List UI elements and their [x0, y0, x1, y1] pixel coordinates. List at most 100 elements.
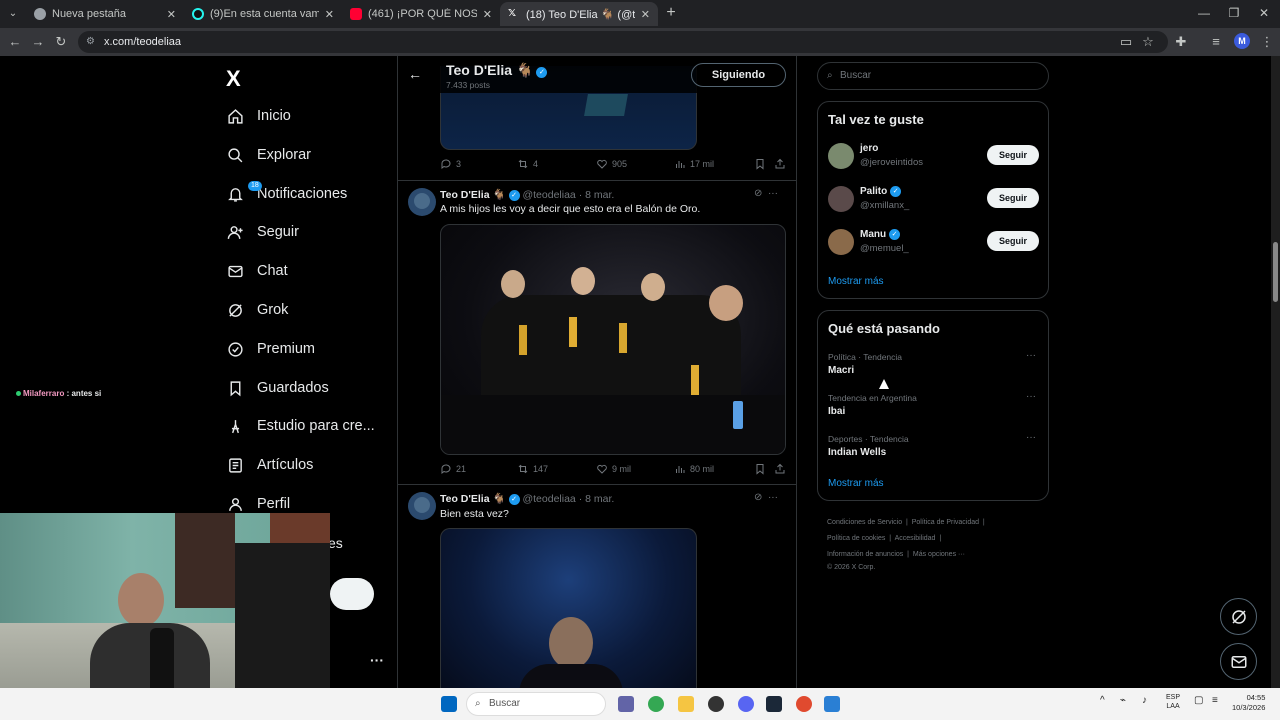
nav-premium[interactable]: Premium: [226, 334, 315, 364]
avatar[interactable]: [408, 188, 436, 216]
cast-icon[interactable]: ▭: [1117, 33, 1135, 51]
bookmark-button[interactable]: [754, 463, 770, 475]
nav-articulos[interactable]: Artículos: [226, 450, 313, 480]
nav-notificaciones[interactable]: 18 Notificaciones: [226, 179, 347, 209]
close-tab-icon[interactable]: ✕: [641, 8, 650, 21]
back-arrow-icon[interactable]: ←: [408, 66, 422, 82]
nav-seguir[interactable]: Seguir: [226, 217, 299, 247]
views-button[interactable]: 80 mil: [674, 463, 714, 475]
reload-icon[interactable]: ↻: [52, 33, 70, 51]
nav-estudio[interactable]: Estudio para cre...: [226, 411, 375, 441]
suggestion-item[interactable]: jero @jeroveintidos Seguir: [828, 143, 1040, 173]
close-window-icon[interactable]: ✕: [1254, 6, 1274, 20]
trend-item[interactable]: Tendencia en Argentina Ibai ···: [828, 391, 1040, 417]
taskbar-search[interactable]: ⌕ Buscar: [466, 692, 606, 716]
messages-fab-button[interactable]: [1220, 643, 1257, 680]
grok-fab-button[interactable]: [1220, 598, 1257, 635]
page-scrollbar[interactable]: [1271, 56, 1280, 688]
grok-icon[interactable]: ⊘: [754, 492, 762, 503]
bookmark-button[interactable]: [754, 158, 770, 170]
brave-icon[interactable]: [796, 696, 812, 712]
scrollbar-thumb[interactable]: [1273, 242, 1278, 302]
reading-list-icon[interactable]: ≡: [1207, 33, 1225, 51]
avatar[interactable]: [408, 492, 436, 520]
nav-grok[interactable]: Grok: [226, 295, 288, 325]
nav-inicio[interactable]: Inicio: [226, 101, 291, 131]
more-icon[interactable]: ···: [768, 492, 778, 503]
tab-youtube[interactable]: (461) ¡POR QUÉ NOS GUSTAN ✕: [342, 2, 500, 26]
more-icon[interactable]: ···: [768, 188, 778, 199]
tweet-author[interactable]: Teo D'Elia 🐐: [440, 493, 506, 505]
retweet-button[interactable]: 147: [517, 463, 548, 475]
follow-button[interactable]: Seguir: [987, 231, 1039, 251]
nav-explorar[interactable]: Explorar: [226, 140, 311, 170]
following-button[interactable]: Siguiendo: [691, 63, 786, 87]
tab-tiktok[interactable]: (9)En esta cuenta vamos 100% ✕: [184, 2, 342, 26]
suggestion-item[interactable]: Manu ✓ @memuel_ Seguir: [828, 229, 1040, 259]
x-logo-icon[interactable]: X: [226, 66, 241, 92]
views-button[interactable]: 17 mil: [674, 158, 714, 170]
system-clock[interactable]: 04:55 10/3/2026: [1232, 693, 1265, 713]
tray-chevron-icon[interactable]: ^: [1100, 695, 1105, 706]
new-tab-button[interactable]: +: [662, 4, 680, 22]
share-button[interactable]: [774, 158, 790, 170]
more-icon[interactable]: ···: [1026, 432, 1036, 443]
tweet-handle[interactable]: @teodeliaa: [522, 189, 575, 201]
tab-nueva-pestana[interactable]: Nueva pestaña ✕: [26, 2, 184, 26]
show-more-link[interactable]: Mostrar más: [828, 478, 884, 489]
post-button[interactable]: [330, 578, 374, 610]
forward-icon[interactable]: →: [29, 33, 47, 51]
browser-menu-icon[interactable]: ⋮: [1258, 33, 1276, 51]
retweet-button[interactable]: 4: [517, 158, 538, 170]
nav-guardados[interactable]: Guardados: [226, 373, 329, 403]
trend-item[interactable]: Deportes · Tendencia Indian Wells ···: [828, 432, 1040, 458]
tab-x-profile[interactable]: 𝕏 (18) Teo D'Elia 🐐 (@teodeliaa) ✕: [500, 2, 658, 26]
nav-chat[interactable]: Chat: [226, 256, 288, 286]
grok-icon[interactable]: ⊘: [754, 188, 762, 199]
tweet-handle[interactable]: @teodeliaa: [522, 493, 575, 505]
suggestion-item[interactable]: Palito ✓ @xmillanx_ Seguir: [828, 186, 1040, 216]
tweet-image[interactable]: [440, 528, 697, 688]
tweet-date[interactable]: · 8 mar.: [579, 493, 615, 505]
reply-button[interactable]: 3: [440, 158, 461, 170]
bookmark-star-icon[interactable]: ☆: [1139, 33, 1157, 51]
avatar[interactable]: [828, 143, 854, 169]
language-indicator[interactable]: ESP LAA: [1166, 693, 1180, 711]
teams-icon[interactable]: [618, 696, 634, 712]
discord-icon[interactable]: [738, 696, 754, 712]
share-button[interactable]: [774, 463, 790, 475]
site-info-icon[interactable]: ⚙: [86, 31, 95, 53]
tweet-author[interactable]: Teo D'Elia 🐐: [440, 189, 506, 201]
tweet-image[interactable]: [440, 224, 786, 455]
avatar[interactable]: [828, 186, 854, 212]
steam-icon[interactable]: [766, 696, 782, 712]
close-tab-icon[interactable]: ✕: [325, 8, 334, 21]
trend-item[interactable]: Política · Tendencia Macri ···: [828, 350, 1040, 376]
avatar[interactable]: [828, 229, 854, 255]
address-bar[interactable]: ⚙ x.com/teodeliaa: [78, 31, 1168, 53]
search-input[interactable]: ⌕ Buscar: [817, 62, 1049, 90]
follow-button[interactable]: Seguir: [987, 188, 1039, 208]
profile-avatar[interactable]: M: [1234, 33, 1250, 49]
back-icon[interactable]: ←: [6, 33, 24, 51]
close-tab-icon[interactable]: ✕: [483, 8, 492, 21]
folder-icon[interactable]: [678, 696, 694, 712]
reply-button[interactable]: 21: [440, 463, 466, 475]
action-center-icon[interactable]: ≡: [1212, 695, 1218, 706]
show-more-link[interactable]: Mostrar más: [828, 276, 884, 287]
more-icon[interactable]: ···: [1026, 391, 1036, 402]
account-menu-icon[interactable]: ···: [370, 652, 384, 668]
more-icon[interactable]: ···: [1026, 350, 1036, 361]
tweet-date[interactable]: · 8 mar.: [579, 189, 615, 201]
maximize-icon[interactable]: ❐: [1224, 6, 1244, 20]
like-button[interactable]: 9 mil: [596, 463, 631, 475]
like-button[interactable]: 905: [596, 158, 627, 170]
start-icon[interactable]: [441, 696, 457, 712]
follow-button[interactable]: Seguir: [987, 145, 1039, 165]
notification-icon[interactable]: ▢: [1194, 695, 1203, 706]
minimize-icon[interactable]: —: [1194, 6, 1214, 20]
obs-icon[interactable]: [708, 696, 724, 712]
tab-search-icon[interactable]: ⌄: [4, 5, 22, 23]
chrome-icon[interactable]: [648, 696, 664, 712]
close-tab-icon[interactable]: ✕: [167, 8, 176, 21]
